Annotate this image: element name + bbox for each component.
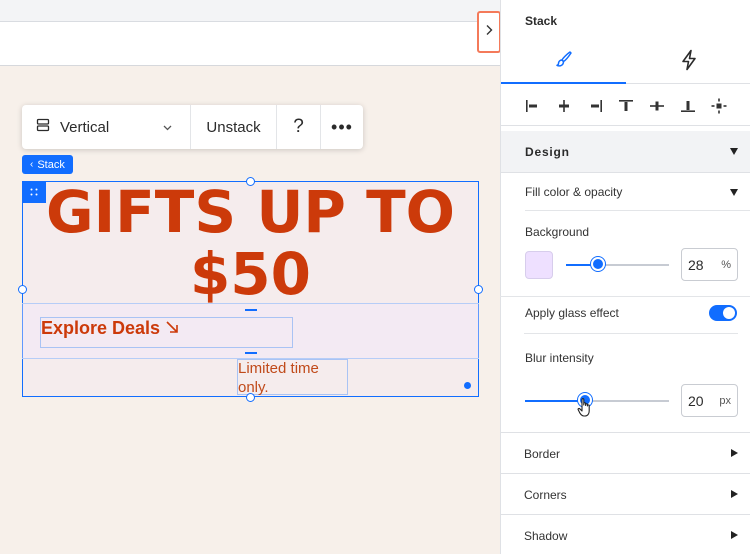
lightning-icon: [680, 49, 698, 76]
stack-tag-label: Stack: [37, 158, 65, 171]
opacity-value: 28: [688, 256, 704, 273]
border-section[interactable]: Border: [500, 432, 750, 473]
blur-input[interactable]: 20 px: [681, 384, 738, 417]
header-section[interactable]: [0, 22, 500, 66]
opacity-unit: %: [721, 258, 731, 271]
shadow-label: Shadow: [524, 529, 568, 543]
corner-handle[interactable]: [464, 382, 471, 389]
alignment-toolbar: [501, 86, 750, 126]
corners-section[interactable]: Corners: [500, 473, 750, 514]
opacity-slider-knob[interactable]: [591, 257, 605, 271]
align-middle-icon[interactable]: [646, 95, 668, 117]
opacity-input[interactable]: 28 %: [681, 248, 738, 281]
chevron-right-icon: [485, 23, 493, 41]
hand-cursor-icon: [576, 396, 596, 425]
collapse-panel-button[interactable]: [477, 11, 501, 53]
background-label: Background: [525, 225, 590, 239]
drag-handle-icon[interactable]: [22, 181, 46, 203]
chevron-left-icon: ‹: [30, 159, 34, 170]
design-section-title: Design: [525, 145, 570, 159]
headline-line-2: $50: [189, 240, 312, 308]
glass-effect-toggle[interactable]: [709, 305, 737, 321]
divider: [525, 210, 750, 211]
corners-label: Corners: [524, 488, 567, 502]
more-actions-button[interactable]: •••: [321, 105, 363, 149]
help-button[interactable]: ?: [277, 105, 321, 149]
triangle-right-icon: [731, 531, 738, 539]
triangle-right-icon: [731, 490, 738, 498]
explore-deals-label: Explore Deals: [41, 318, 161, 338]
resize-handle-bottom[interactable]: [246, 393, 255, 402]
stack-breadcrumb-tag[interactable]: ‹ Stack: [22, 155, 73, 174]
divider: [500, 296, 750, 297]
resize-handle-right[interactable]: [474, 285, 483, 294]
brush-icon: [554, 49, 574, 74]
editor-canvas: Vertical Unstack ? ••• ‹ Stack GIFTS UP …: [0, 0, 501, 554]
blur-intensity-label: Blur intensity: [525, 351, 594, 365]
unstack-button[interactable]: Unstack: [191, 105, 277, 149]
limited-time-text: Limited time only.: [238, 360, 319, 396]
tab-interactions[interactable]: [626, 40, 750, 84]
canvas-top-strip: [0, 0, 500, 22]
resize-handle-top[interactable]: [246, 177, 255, 186]
stack-toolbar: Vertical Unstack ? •••: [22, 105, 363, 149]
toggle-knob: [723, 307, 735, 319]
panel-title: Stack: [525, 14, 558, 28]
spacing-handle[interactable]: [245, 352, 257, 354]
resize-handle-left[interactable]: [18, 285, 27, 294]
align-bottom-icon[interactable]: [677, 95, 699, 117]
layout-dropdown-label: Vertical: [60, 118, 110, 136]
blur-unit: px: [719, 394, 731, 407]
panel-tabs: [501, 40, 750, 84]
layout-rows-icon: [36, 118, 50, 137]
layout-dropdown[interactable]: Vertical: [22, 105, 191, 149]
triangle-right-icon: [731, 449, 738, 457]
border-label: Border: [524, 447, 561, 461]
align-left-icon[interactable]: [522, 95, 544, 117]
align-center-horizontal-icon[interactable]: [553, 95, 575, 117]
design-section-header[interactable]: Design: [501, 131, 750, 173]
fill-section-title[interactable]: Fill color & opacity: [525, 185, 622, 199]
align-right-icon[interactable]: [584, 95, 606, 117]
divider: [524, 333, 738, 334]
shadow-section[interactable]: Shadow: [500, 514, 750, 554]
triangle-down-icon: [730, 148, 738, 155]
triangle-down-icon[interactable]: [730, 189, 738, 196]
spacing-handle[interactable]: [245, 309, 257, 311]
headline-text[interactable]: GIFTS UP TO $50: [22, 181, 479, 305]
headline-line-1: GIFTS UP TO: [45, 178, 455, 246]
align-top-icon[interactable]: [615, 95, 637, 117]
arrow-down-right-icon: [165, 320, 179, 339]
chevron-down-icon: [163, 118, 172, 136]
tab-design[interactable]: [501, 40, 626, 84]
blur-value: 20: [688, 392, 704, 409]
distribute-icon[interactable]: [708, 95, 730, 117]
background-color-swatch[interactable]: [525, 251, 553, 279]
glass-effect-label: Apply glass effect: [525, 306, 619, 320]
